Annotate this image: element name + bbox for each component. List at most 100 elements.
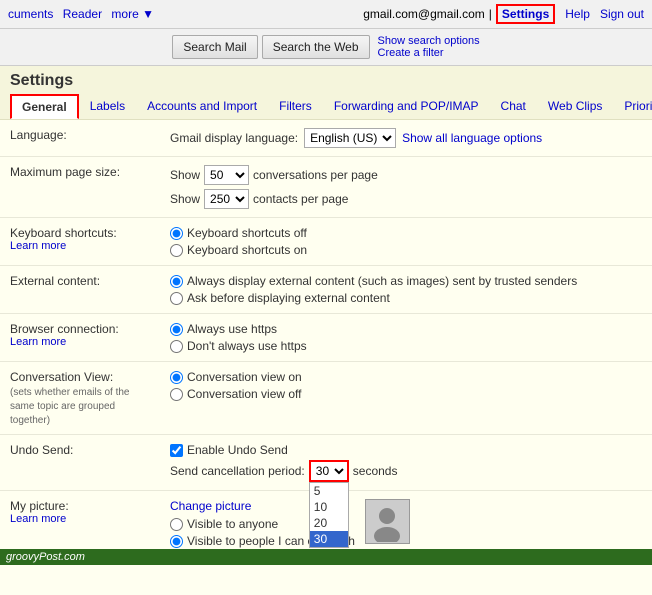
https-label: Always use https <box>187 322 277 336</box>
https-radio[interactable] <box>170 323 183 336</box>
topbar-email: gmail.com@gmail.com | Settings Help Sign… <box>363 4 644 24</box>
visible-chat-radio[interactable] <box>170 535 183 548</box>
help-link[interactable]: Help <box>565 7 590 21</box>
tab-filters[interactable]: Filters <box>268 94 323 119</box>
shortcuts-on-radio[interactable] <box>170 244 183 257</box>
browser-connection-row: Browser connection: Learn more Always us… <box>0 314 652 362</box>
no-https-radio[interactable] <box>170 340 183 353</box>
watermark: groovyPost.com <box>0 549 652 565</box>
option-30[interactable]: 30 <box>310 531 348 547</box>
option-10[interactable]: 10 <box>310 499 348 515</box>
visible-anyone-radio[interactable] <box>170 518 183 531</box>
ext-ask-radio[interactable] <box>170 292 183 305</box>
conv-off-label: Conversation view off <box>187 387 302 401</box>
show-all-languages-link[interactable]: Show all language options <box>402 131 542 145</box>
seconds-dropdown: 5 10 20 30 <box>309 482 349 548</box>
settings-title: Settings <box>10 72 642 90</box>
show-search-options-link[interactable]: Show search options <box>378 35 480 47</box>
email-address: gmail.com@gmail.com <box>363 7 485 21</box>
searchbar: Search Mail Search the Web Show search o… <box>0 29 652 66</box>
picture-learn-more[interactable]: Learn more <box>10 513 150 525</box>
topbar: cuments Reader more ▼ gmail.com@gmail.co… <box>0 0 652 29</box>
contacts-per-page: Show 50 100 250 contacts per page <box>170 189 642 209</box>
no-https-label: Don't always use https <box>187 339 307 353</box>
ext-ask-label: Ask before displaying external content <box>187 291 390 305</box>
conv-on-radio[interactable] <box>170 371 183 384</box>
nav-documents[interactable]: cuments <box>8 7 53 21</box>
language-label: Language: <box>0 120 160 157</box>
max-page-size-value: Show 10 15 20 25 50 100 conversations pe… <box>160 157 652 218</box>
language-controls: Gmail display language: English (US) Sho… <box>170 128 642 148</box>
nav-more[interactable]: more ▼ <box>111 7 154 21</box>
enable-undo-option: Enable Undo Send <box>170 443 642 457</box>
tab-labels[interactable]: Labels <box>79 94 136 119</box>
enable-undo-label: Enable Undo Send <box>187 443 288 457</box>
keyboard-shortcuts-value: Keyboard shortcuts off Keyboard shortcut… <box>160 218 652 266</box>
seconds-select-container: 5 10 20 30 5 10 20 30 <box>309 460 349 482</box>
conv-off-radio[interactable] <box>170 388 183 401</box>
ext-always-radio[interactable] <box>170 275 183 288</box>
topbar-nav: cuments Reader more ▼ <box>8 7 154 21</box>
picture-controls: Change picture Visible to anyone Visibl <box>170 499 642 548</box>
tab-general[interactable]: General <box>10 94 79 119</box>
search-mail-button[interactable]: Search Mail <box>172 35 257 59</box>
language-row: Language: Gmail display language: Englis… <box>0 120 652 157</box>
conv-on-label: Conversation view on <box>187 370 302 384</box>
https-option: Always use https <box>170 322 642 336</box>
settings-content: Language: Gmail display language: Englis… <box>0 120 652 595</box>
nav-reader[interactable]: Reader <box>63 7 102 21</box>
create-filter-link[interactable]: Create a filter <box>378 47 480 59</box>
conv-off-option: Conversation view off <box>170 387 642 401</box>
max-page-size-label: Maximum page size: <box>0 157 160 218</box>
tab-webclips[interactable]: Web Clips <box>537 94 613 119</box>
undo-send-row: Undo Send: Enable Undo Send Send cancell… <box>0 435 652 491</box>
external-content-value: Always display external content (such as… <box>160 266 652 314</box>
display-lang-label: Gmail display language: <box>170 131 298 145</box>
keyboard-shortcuts-label: Keyboard shortcuts: Learn more <box>0 218 160 266</box>
tab-chat[interactable]: Chat <box>490 94 537 119</box>
shortcuts-off-label: Keyboard shortcuts off <box>187 226 307 240</box>
ext-always-label: Always display external content (such as… <box>187 274 577 288</box>
show-label-1: Show <box>170 168 200 182</box>
shortcuts-on-label: Keyboard shortcuts on <box>187 243 307 257</box>
conversations-per-page: Show 10 15 20 25 50 100 conversations pe… <box>170 165 642 185</box>
visible-chat-prefix: Visible to <box>187 534 239 548</box>
language-select[interactable]: English (US) <box>304 128 396 148</box>
language-value: Gmail display language: English (US) Sho… <box>160 120 652 157</box>
signout-link[interactable]: Sign out <box>600 7 644 21</box>
option-5[interactable]: 5 <box>310 483 348 499</box>
cancellation-seconds-select[interactable]: 5 10 20 30 <box>309 460 349 482</box>
search-web-button[interactable]: Search the Web <box>262 35 370 59</box>
conversation-view-row: Conversation View: (sets whether emails … <box>0 362 652 435</box>
show-label-2: Show <box>170 192 200 206</box>
my-picture-value: Change picture Visible to anyone Visibl <box>160 491 652 557</box>
settings-header: Settings General Labels Accounts and Imp… <box>0 66 652 120</box>
person-silhouette-icon <box>367 502 407 542</box>
search-links: Show search options Create a filter <box>378 35 480 59</box>
cancellation-period: Send cancellation period: 5 10 20 30 5 <box>170 460 642 482</box>
keyboard-learn-more[interactable]: Learn more <box>10 240 150 252</box>
ext-always-option: Always display external content (such as… <box>170 274 642 288</box>
option-20[interactable]: 20 <box>310 515 348 531</box>
tab-forwarding[interactable]: Forwarding and POP/IMAP <box>323 94 490 119</box>
nav-tabs: General Labels Accounts and Import Filte… <box>10 94 642 119</box>
browser-learn-more[interactable]: Learn more <box>10 336 150 348</box>
conv-label: conversations per page <box>253 168 378 182</box>
external-content-label: External content: <box>0 266 160 314</box>
enable-undo-checkbox[interactable] <box>170 444 183 457</box>
tab-accounts[interactable]: Accounts and Import <box>136 94 268 119</box>
contacts-per-page-select[interactable]: 50 100 250 <box>204 189 249 209</box>
settings-link[interactable]: Settings <box>496 4 555 24</box>
undo-send-value: Enable Undo Send Send cancellation perio… <box>160 435 652 491</box>
conversation-view-helper: (sets whether emails of the same topic a… <box>10 387 130 426</box>
change-picture-link[interactable]: Change picture <box>170 499 251 513</box>
conv-per-page-select[interactable]: 10 15 20 25 50 100 <box>204 165 249 185</box>
settings-table: Language: Gmail display language: Englis… <box>0 120 652 557</box>
shortcuts-off-radio[interactable] <box>170 227 183 240</box>
no-https-option: Don't always use https <box>170 339 642 353</box>
my-picture-label: My picture: Learn more <box>0 491 160 557</box>
browser-connection-label: Browser connection: Learn more <box>0 314 160 362</box>
tab-priority[interactable]: Priority I <box>613 94 652 119</box>
contacts-label: contacts per page <box>253 192 348 206</box>
keyboard-shortcuts-row: Keyboard shortcuts: Learn more Keyboard … <box>0 218 652 266</box>
